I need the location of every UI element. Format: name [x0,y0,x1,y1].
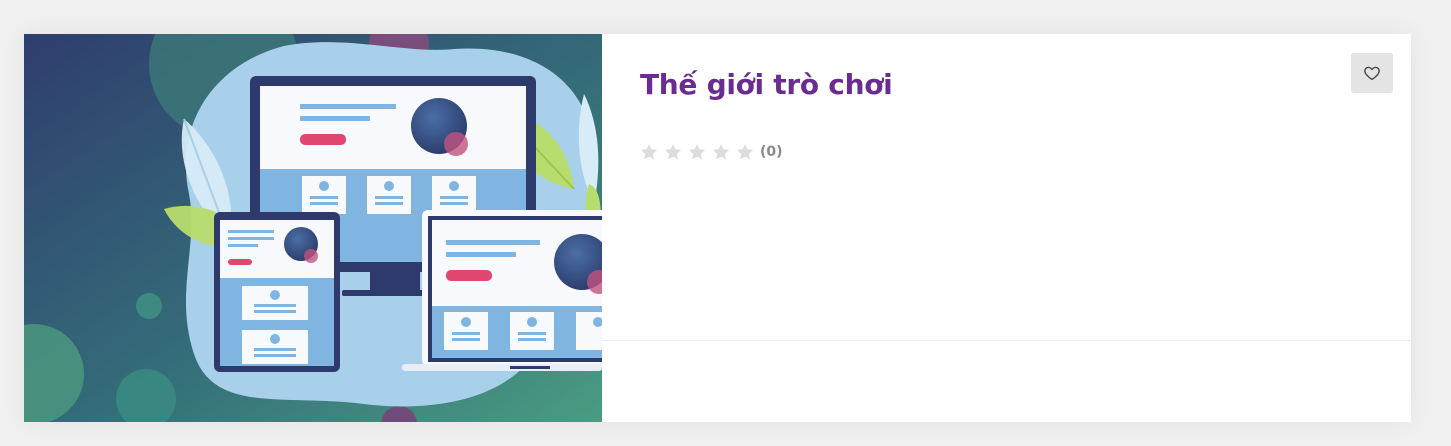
star-icon [712,144,730,160]
course-info: Thế giới trò chơi (0) [602,34,1411,422]
responsive-devices-illustration [24,34,602,422]
course-title[interactable]: Thế giới trò chơi [640,68,893,101]
course-thumbnail[interactable] [24,34,602,422]
star-icon [664,144,682,160]
course-card[interactable]: Thế giới trò chơi (0) [24,34,1411,422]
star-rating: (0) [639,142,783,162]
star-icon [640,144,658,160]
star-icon [736,144,754,160]
card-divider [602,340,1411,341]
wishlist-button[interactable] [1351,53,1393,93]
heart-icon [1364,66,1380,81]
star-icon [688,144,706,160]
rating-count: (0) [760,144,783,160]
